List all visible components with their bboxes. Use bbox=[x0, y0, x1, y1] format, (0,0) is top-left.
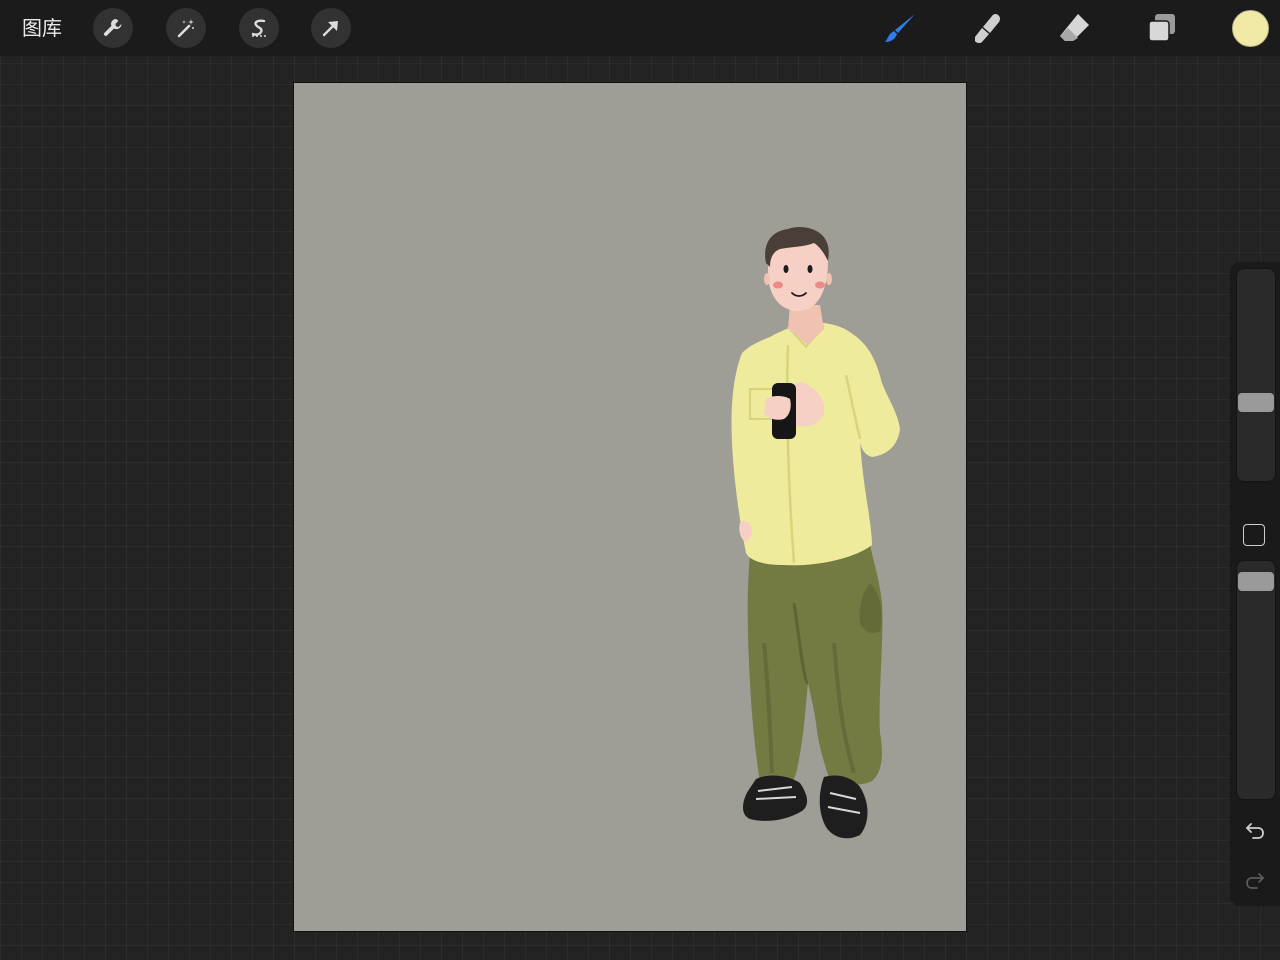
artwork-figure bbox=[731, 227, 900, 839]
modify-button[interactable] bbox=[1243, 524, 1265, 546]
redo-icon bbox=[1246, 873, 1264, 889]
eraser-button[interactable] bbox=[1054, 8, 1094, 48]
color-picker-swatch[interactable] bbox=[1232, 10, 1269, 47]
undo-icon bbox=[1246, 823, 1264, 839]
actions-button[interactable] bbox=[93, 8, 133, 48]
wrench-icon bbox=[103, 19, 122, 36]
layers-icon bbox=[1148, 14, 1175, 42]
selection-button[interactable] bbox=[239, 8, 279, 48]
figure-pants bbox=[747, 545, 883, 790]
opacity-slider[interactable] bbox=[1236, 560, 1276, 800]
top-toolbar: 图库 bbox=[0, 0, 1280, 56]
adjustments-button[interactable] bbox=[166, 8, 206, 48]
arrow-cursor-icon bbox=[322, 21, 338, 37]
right-sidebar bbox=[1230, 262, 1280, 906]
drawing-canvas[interactable] bbox=[294, 83, 966, 931]
eraser-icon bbox=[1060, 14, 1089, 41]
selection-s-icon bbox=[251, 19, 266, 37]
brush-size-thumb[interactable] bbox=[1238, 393, 1274, 412]
gallery-button[interactable]: 图库 bbox=[22, 14, 62, 42]
layers-button[interactable] bbox=[1142, 8, 1182, 48]
figure-shoes bbox=[743, 775, 868, 839]
brush-size-slider[interactable] bbox=[1236, 268, 1276, 482]
redo-button[interactable] bbox=[1242, 868, 1268, 894]
transform-button[interactable] bbox=[311, 8, 351, 48]
smudge-finger-icon bbox=[975, 13, 1000, 44]
figure-head bbox=[764, 227, 832, 312]
magic-wand-icon bbox=[177, 19, 194, 38]
smudge-button[interactable] bbox=[967, 8, 1007, 48]
figure-shirt bbox=[731, 322, 900, 566]
brush-icon bbox=[885, 14, 915, 42]
undo-button[interactable] bbox=[1242, 818, 1268, 844]
brush-button[interactable] bbox=[880, 8, 920, 48]
opacity-thumb[interactable] bbox=[1238, 572, 1274, 591]
